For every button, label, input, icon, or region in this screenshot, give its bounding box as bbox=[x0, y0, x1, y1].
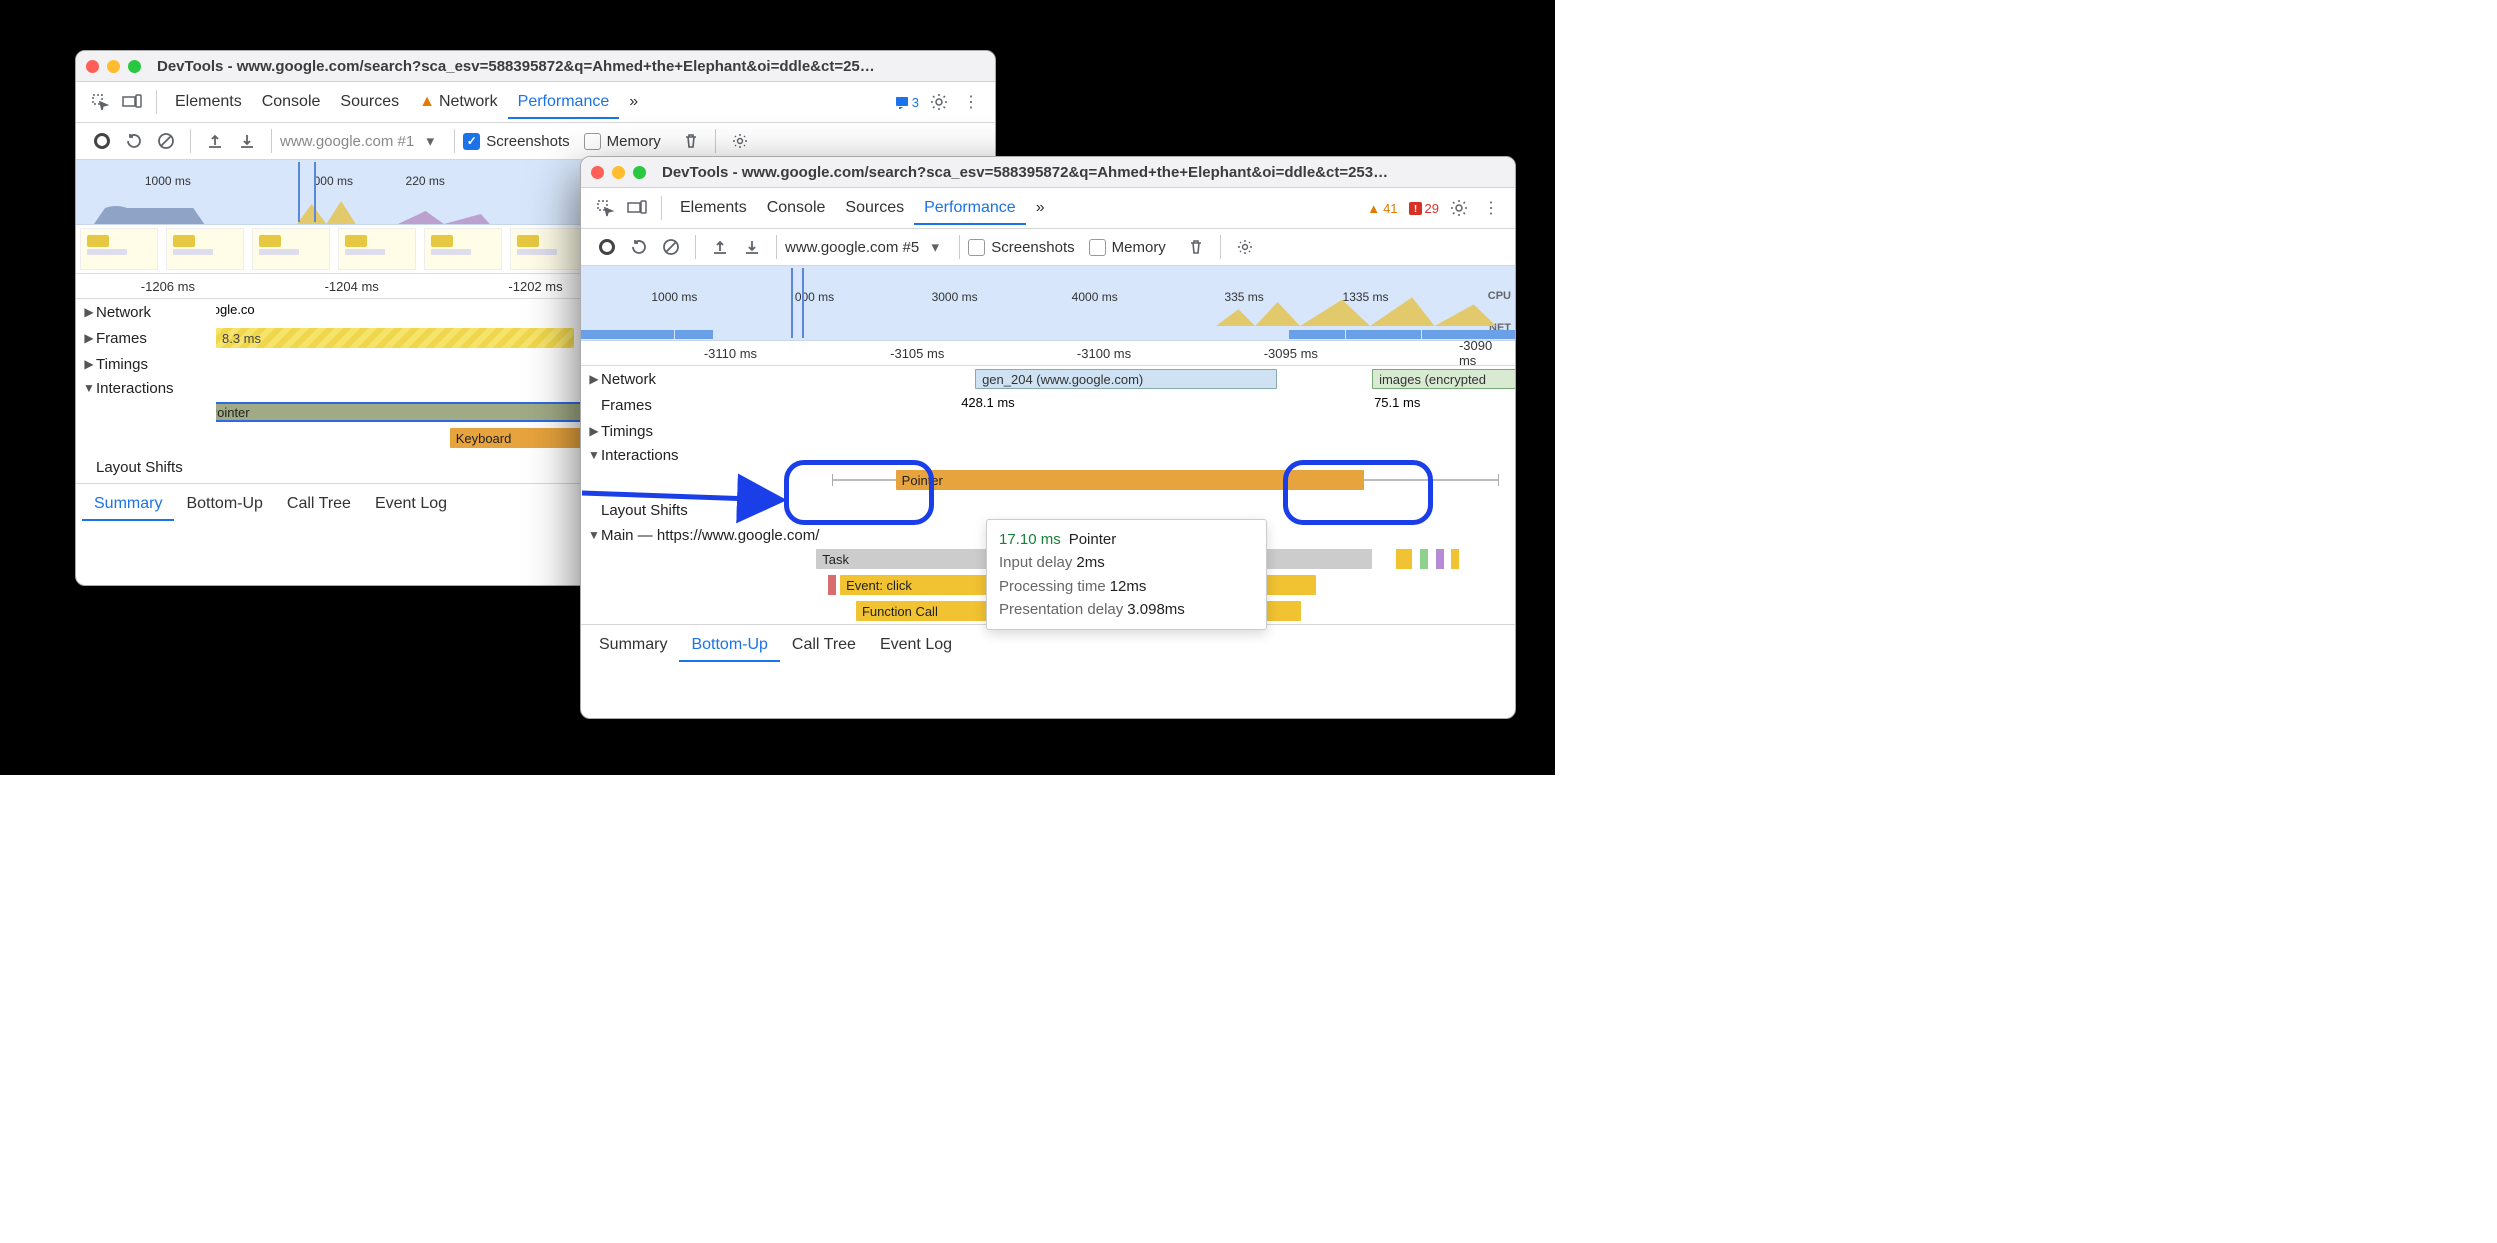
panel-tabs: Elements Console Sources ▲Network Perfor… bbox=[76, 82, 995, 123]
trash-icon[interactable] bbox=[1186, 237, 1206, 257]
svg-text:!: ! bbox=[1413, 204, 1416, 215]
maximize-icon[interactable] bbox=[633, 166, 646, 179]
memory-checkbox[interactable] bbox=[584, 133, 601, 150]
clear-button[interactable] bbox=[156, 131, 176, 151]
upload-icon[interactable] bbox=[205, 131, 225, 151]
tab-elements[interactable]: Elements bbox=[165, 87, 252, 117]
tab-console[interactable]: Console bbox=[757, 193, 836, 223]
chevron-down-icon[interactable]: ▾ bbox=[420, 131, 440, 151]
annotation-ring-left bbox=[784, 460, 934, 525]
upload-icon[interactable] bbox=[710, 237, 730, 257]
title-bar[interactable]: DevTools - www.google.com/search?sca_esv… bbox=[76, 51, 995, 82]
overview-selection[interactable] bbox=[791, 268, 804, 338]
inspect-icon[interactable] bbox=[90, 92, 110, 112]
thumbnail[interactable] bbox=[424, 228, 502, 270]
tab-bottom-up[interactable]: Bottom-Up bbox=[174, 489, 274, 519]
device-toggle-icon[interactable] bbox=[627, 198, 647, 218]
timeline-ruler[interactable]: -3110 ms -3105 ms -3100 ms -3095 ms -309… bbox=[581, 341, 1515, 366]
messages-badge[interactable]: 3 bbox=[891, 94, 923, 111]
thumbnail[interactable] bbox=[252, 228, 330, 270]
memory-label: Memory bbox=[1112, 239, 1166, 256]
screenshots-label: Screenshots bbox=[486, 133, 569, 150]
thumbnail[interactable] bbox=[338, 228, 416, 270]
track-timings[interactable]: ▶Timings bbox=[581, 418, 1515, 444]
track-network[interactable]: ▶Network gen_204 (www.google.com) images… bbox=[581, 366, 1515, 392]
recording-name[interactable]: www.google.com #1 bbox=[280, 133, 414, 150]
perf-gear-icon[interactable] bbox=[730, 131, 750, 151]
window-title: DevTools - www.google.com/search?sca_esv… bbox=[157, 58, 875, 75]
screenshots-checkbox[interactable] bbox=[463, 133, 480, 150]
download-icon[interactable] bbox=[237, 131, 257, 151]
devtools-window-b: DevTools - www.google.com/search?sca_esv… bbox=[580, 156, 1516, 719]
tab-event-log[interactable]: Event Log bbox=[363, 489, 459, 519]
tab-performance[interactable]: Performance bbox=[508, 87, 620, 119]
record-button[interactable] bbox=[92, 131, 112, 151]
tab-sources[interactable]: Sources bbox=[330, 87, 409, 117]
tab-summary[interactable]: Summary bbox=[587, 630, 679, 660]
perf-toolbar: www.google.com #5 ▾ Screenshots Memory bbox=[581, 229, 1515, 266]
thumbnail[interactable] bbox=[166, 228, 244, 270]
errors-badge[interactable]: ! 29 bbox=[1405, 200, 1443, 217]
tab-event-log[interactable]: Event Log bbox=[868, 630, 964, 660]
memory-checkbox[interactable] bbox=[1089, 239, 1106, 256]
more-tabs-icon[interactable]: » bbox=[1026, 193, 1055, 223]
more-icon[interactable]: ⋮ bbox=[961, 92, 981, 112]
perf-toolbar: www.google.com #1 ▾ Screenshots Memory bbox=[76, 123, 995, 160]
interaction-tooltip: 17.10 msPointer Input delay2ms Processin… bbox=[986, 519, 1267, 630]
overview[interactable]: 1000 ms 000 ms 3000 ms 4000 ms 335 ms 13… bbox=[581, 266, 1515, 341]
device-toggle-icon[interactable] bbox=[122, 92, 142, 112]
download-icon[interactable] bbox=[742, 237, 762, 257]
annotation-ring-right bbox=[1283, 460, 1433, 525]
overview-selection[interactable] bbox=[298, 162, 316, 222]
thumbnail[interactable] bbox=[510, 228, 588, 270]
close-icon[interactable] bbox=[86, 60, 99, 73]
thumbnail[interactable] bbox=[80, 228, 158, 270]
reload-button[interactable] bbox=[629, 237, 649, 257]
bottom-tabs: Summary Bottom-Up Call Tree Event Log bbox=[581, 624, 1515, 665]
gear-icon[interactable] bbox=[929, 92, 949, 112]
more-icon[interactable]: ⋮ bbox=[1481, 198, 1501, 218]
gear-icon[interactable] bbox=[1449, 198, 1469, 218]
inspect-icon[interactable] bbox=[595, 198, 615, 218]
minimize-icon[interactable] bbox=[612, 166, 625, 179]
title-bar[interactable]: DevTools - www.google.com/search?sca_esv… bbox=[581, 157, 1515, 188]
chevron-down-icon[interactable]: ▾ bbox=[925, 237, 945, 257]
clear-button[interactable] bbox=[661, 237, 681, 257]
maximize-icon[interactable] bbox=[128, 60, 141, 73]
record-button[interactable] bbox=[597, 237, 617, 257]
tab-network[interactable]: ▲Network bbox=[409, 87, 508, 117]
memory-label: Memory bbox=[607, 133, 661, 150]
tab-sources[interactable]: Sources bbox=[835, 193, 914, 223]
trash-icon[interactable] bbox=[681, 131, 701, 151]
warnings-badge[interactable]: ▲ 41 bbox=[1363, 200, 1401, 217]
close-icon[interactable] bbox=[591, 166, 604, 179]
tab-performance[interactable]: Performance bbox=[914, 193, 1026, 225]
tab-bottom-up[interactable]: Bottom-Up bbox=[679, 630, 779, 662]
perf-gear-icon[interactable] bbox=[1235, 237, 1255, 257]
tab-summary[interactable]: Summary bbox=[82, 489, 174, 521]
track-frames[interactable]: Frames 428.1 ms 75.1 ms bbox=[581, 392, 1515, 418]
network-entry[interactable]: gen_204 (www.google.com) bbox=[975, 369, 1277, 389]
tab-console[interactable]: Console bbox=[252, 87, 331, 117]
tab-elements[interactable]: Elements bbox=[670, 193, 757, 223]
panel-tabs: Elements Console Sources Performance » ▲… bbox=[581, 188, 1515, 229]
tab-call-tree[interactable]: Call Tree bbox=[780, 630, 868, 660]
window-title: DevTools - www.google.com/search?sca_esv… bbox=[662, 164, 1388, 181]
tab-call-tree[interactable]: Call Tree bbox=[275, 489, 363, 519]
screenshots-checkbox[interactable] bbox=[968, 239, 985, 256]
more-tabs-icon[interactable]: » bbox=[619, 87, 648, 117]
recording-name[interactable]: www.google.com #5 bbox=[785, 239, 919, 256]
reload-button[interactable] bbox=[124, 131, 144, 151]
minimize-icon[interactable] bbox=[107, 60, 120, 73]
network-entry[interactable]: images (encrypted bbox=[1372, 369, 1515, 389]
screenshots-label: Screenshots bbox=[991, 239, 1074, 256]
